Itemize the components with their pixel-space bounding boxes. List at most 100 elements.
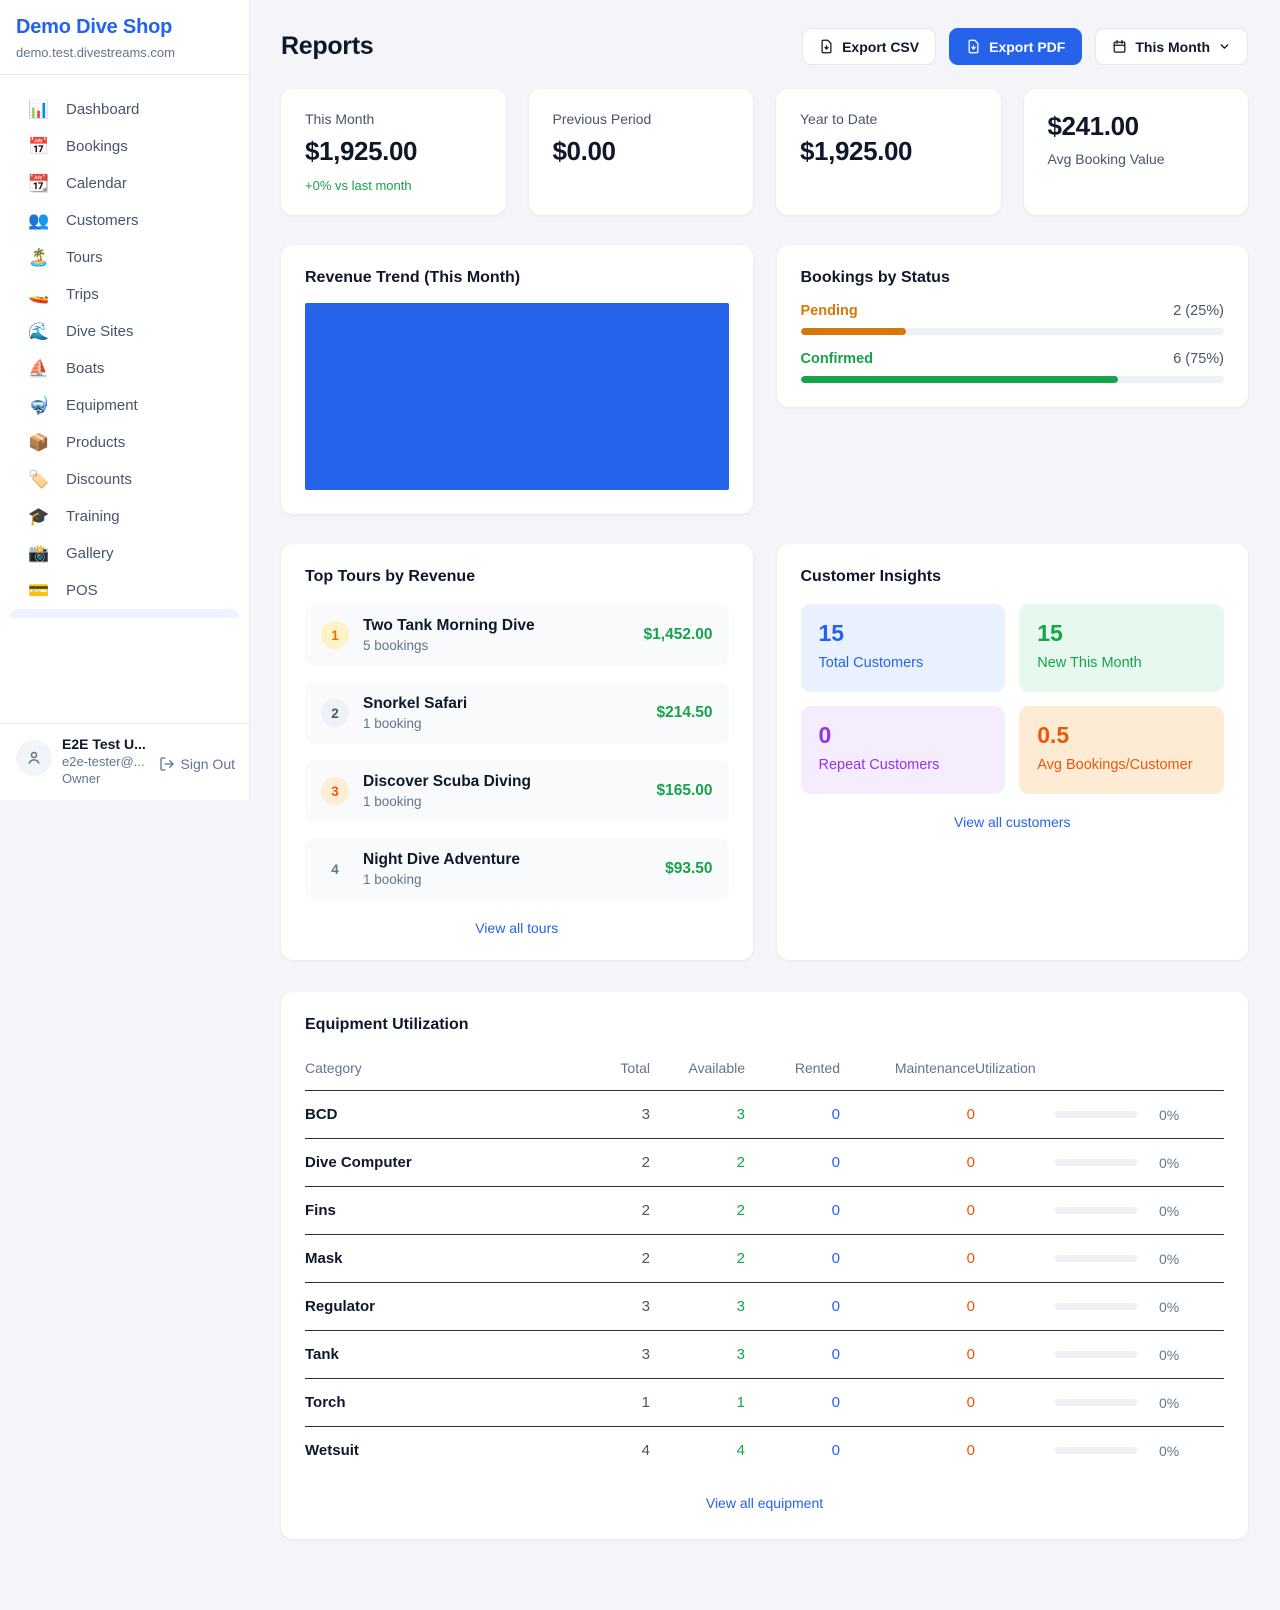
revenue-trend-title: Revenue Trend (This Month) — [305, 269, 729, 287]
cell-category: Torch — [305, 1379, 555, 1427]
status-count: 2 (25%) — [1173, 303, 1224, 319]
view-all-equipment-link[interactable]: View all equipment — [305, 1495, 1224, 1511]
sidebar-item-discounts[interactable]: 🏷️ Discounts — [0, 461, 249, 498]
sidebar-item-training[interactable]: 🎓 Training — [0, 498, 249, 535]
view-all-customers-link[interactable]: View all customers — [801, 814, 1225, 830]
tour-revenue: $1,452.00 — [644, 626, 713, 644]
sidebar-item-trips[interactable]: 🚤 Trips — [0, 276, 249, 313]
cell-rented: 0 — [745, 1235, 840, 1283]
sidebar-item-label: Equipment — [66, 397, 138, 414]
cell-total: 3 — [555, 1283, 650, 1331]
sidebar-item-reports-active[interactable] — [10, 609, 239, 618]
sidebar-item-customers[interactable]: 👥 Customers — [0, 202, 249, 239]
sidebar-item-label: Trips — [66, 286, 99, 303]
equipment-utilization-card: Equipment Utilization Category Total Ava… — [281, 992, 1248, 1539]
sidebar-item-tours[interactable]: 🏝️ Tours — [0, 239, 249, 276]
cell-total: 3 — [555, 1091, 650, 1139]
cell-maintenance: 0 — [840, 1235, 975, 1283]
sidebar-item-bookings[interactable]: 📅 Bookings — [0, 128, 249, 165]
utilization-bar — [1055, 1207, 1137, 1214]
cell-maintenance: 0 — [840, 1139, 975, 1187]
equipment-utilization-title: Equipment Utilization — [305, 1016, 1224, 1034]
sidebar-item-pos[interactable]: 💳 POS — [0, 572, 249, 609]
cell-total: 1 — [555, 1379, 650, 1427]
equipment-row: Tank 3 3 0 0 0% — [305, 1331, 1224, 1379]
cell-total: 2 — [555, 1187, 650, 1235]
rank-badge: 3 — [321, 777, 349, 805]
utilization-bar — [1055, 1447, 1137, 1454]
view-all-tours-link[interactable]: View all tours — [305, 920, 729, 936]
status-row: Pending 2 (25%) — [801, 303, 1225, 335]
utilization-percent: 0% — [1159, 1155, 1179, 1171]
export-csv-button[interactable]: Export CSV — [802, 28, 936, 65]
user-role: Owner — [62, 771, 149, 786]
cell-rented: 0 — [745, 1427, 840, 1475]
export-pdf-label: Export PDF — [989, 39, 1065, 55]
stat-label: This Month — [305, 111, 482, 127]
utilization-bar — [1055, 1111, 1137, 1118]
tour-name: Night Dive Adventure — [363, 851, 651, 869]
insight-tile: 0.5 Avg Bookings/Customer — [1019, 706, 1224, 794]
stat-label: Avg Booking Value — [1048, 151, 1225, 167]
cell-category: Regulator — [305, 1283, 555, 1331]
trips-icon: 🚤 — [28, 286, 50, 303]
status-label: Confirmed — [801, 351, 874, 367]
user-email: e2e-tester@... — [62, 754, 149, 769]
lists-row: Top Tours by Revenue 1 Two Tank Morning … — [281, 544, 1248, 960]
stat-change: +0% vs last month — [305, 178, 482, 193]
sidebar-item-label: Calendar — [66, 175, 127, 192]
sidebar-item-dive-sites[interactable]: 🌊 Dive Sites — [0, 313, 249, 350]
cell-available: 2 — [650, 1139, 745, 1187]
cell-category: Fins — [305, 1187, 555, 1235]
cell-available: 4 — [650, 1427, 745, 1475]
cell-rented: 0 — [745, 1139, 840, 1187]
charts-row: Revenue Trend (This Month) Bookings by S… — [281, 245, 1248, 514]
export-csv-label: Export CSV — [842, 39, 919, 55]
sidebar-item-gallery[interactable]: 📸 Gallery — [0, 535, 249, 572]
sign-out-icon — [159, 756, 175, 772]
avatar — [16, 740, 52, 776]
utilization-bar — [1055, 1255, 1137, 1262]
cell-available: 2 — [650, 1235, 745, 1283]
cell-category: Mask — [305, 1235, 555, 1283]
equipment-table-header: Category Total Available Rented Maintena… — [305, 1052, 1224, 1091]
sidebar-item-label: Boats — [66, 360, 104, 377]
stat-card: Previous Period $0.00 — [529, 89, 754, 215]
discounts-icon: 🏷️ — [28, 471, 50, 488]
utilization-bar — [1055, 1159, 1137, 1166]
tour-item[interactable]: 4 Night Dive Adventure 1 booking $93.50 — [305, 838, 729, 900]
cell-maintenance: 0 — [840, 1283, 975, 1331]
sidebar-nav: 📊 Dashboard 📅 Bookings 📆 Calendar 👥 Cust… — [0, 75, 249, 609]
sidebar-item-label: Customers — [66, 212, 139, 229]
tour-item[interactable]: 2 Snorkel Safari 1 booking $214.50 — [305, 682, 729, 744]
status-row: Confirmed 6 (75%) — [801, 351, 1225, 383]
period-select[interactable]: This Month — [1095, 28, 1248, 65]
sidebar-item-equipment[interactable]: 🤿 Equipment — [0, 387, 249, 424]
status-count: 6 (75%) — [1173, 351, 1224, 367]
tour-revenue: $214.50 — [656, 704, 712, 722]
tour-item[interactable]: 1 Two Tank Morning Dive 5 bookings $1,45… — [305, 604, 729, 666]
tile-value: 0 — [819, 722, 988, 749]
sidebar-item-products[interactable]: 📦 Products — [0, 424, 249, 461]
tour-bookings: 1 booking — [363, 794, 642, 809]
main-content: Reports Export CSV Export PDF This Month — [250, 0, 1280, 1579]
sidebar-item-boats[interactable]: ⛵ Boats — [0, 350, 249, 387]
sidebar-item-dashboard[interactable]: 📊 Dashboard — [0, 91, 249, 128]
cell-total: 2 — [555, 1139, 650, 1187]
stat-card: This Month $1,925.00 +0% vs last month — [281, 89, 506, 215]
sign-out-button[interactable]: Sign Out — [159, 756, 235, 772]
equipment-table: Category Total Available Rented Maintena… — [305, 1052, 1224, 1475]
cell-rented: 0 — [745, 1379, 840, 1427]
col-rented: Rented — [745, 1052, 840, 1091]
sidebar-item-label: POS — [66, 582, 98, 599]
sidebar-item-label: Tours — [66, 249, 103, 266]
rank-badge: 2 — [321, 699, 349, 727]
bookings-by-status-card: Bookings by Status Pending 2 (25%) Confi… — [777, 245, 1249, 407]
sidebar-item-calendar[interactable]: 📆 Calendar — [0, 165, 249, 202]
file-download-icon — [966, 39, 981, 54]
brand-domain: demo.test.divestreams.com — [16, 45, 233, 60]
export-pdf-button[interactable]: Export PDF — [949, 28, 1082, 65]
stats-row: This Month $1,925.00 +0% vs last month P… — [281, 89, 1248, 215]
insight-tile: 15 New This Month — [1019, 604, 1224, 692]
tour-item[interactable]: 3 Discover Scuba Diving 1 booking $165.0… — [305, 760, 729, 822]
